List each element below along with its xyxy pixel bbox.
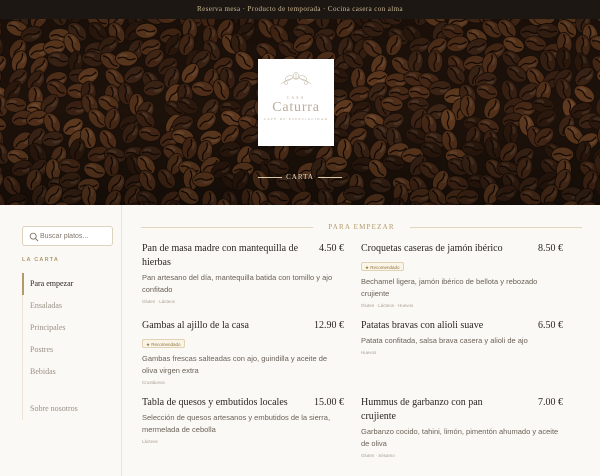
coffee-branch-icon (280, 72, 312, 85)
dish-name: Patatas bravas con alioli suave (361, 320, 484, 331)
dish-description: Pan artesano del día, mantequilla batida… (142, 273, 333, 294)
dish-description: Garbanzo cocido, tahini, limón, pimentón… (361, 427, 559, 448)
sidebar-item-principales[interactable]: Principales (22, 317, 122, 339)
sidebar-item-para-empezar[interactable]: Para empezar (22, 273, 122, 295)
logo[interactable]: CASA Caturra CAFÉ DE ESPECIALIDAD (258, 59, 334, 146)
dish-name: Gambas al ajillo de la casa (142, 320, 249, 331)
dish-card[interactable]: Patatas bravas con alioli suave 6.50 € P… (361, 319, 563, 355)
dish-price: 15.00 € (314, 397, 344, 408)
category-nav: Para empezar Ensaladas Principales Postr… (22, 273, 122, 420)
dish-price: 4.50 € (319, 243, 344, 254)
dish-price: 6.50 € (538, 320, 563, 331)
dish-card[interactable]: Pan de masa madre con mantequilla de hie… (142, 242, 344, 304)
dish-allergens: Huevos (361, 350, 377, 355)
dish-card[interactable]: Gambas al ajillo de la casa 12.90 € ★ Re… (142, 319, 344, 385)
sidebar-heading: LA CARTA (22, 257, 60, 263)
hero-banner: CASA Caturra CAFÉ DE ESPECIALIDAD CARTA (0, 19, 600, 205)
dish-description: Patata confitada, salsa brava casera y a… (361, 336, 528, 345)
sidebar-item-sobre-nosotros[interactable]: Sobre nosotros (22, 398, 122, 420)
sidebar-item-ensaladas[interactable]: Ensaladas (22, 295, 122, 317)
hero-label: CARTA (0, 173, 600, 181)
dish-allergens: Lácteos (142, 439, 158, 444)
sidebar-item-bebidas[interactable]: Bebidas (22, 361, 122, 383)
dish-price: 12.90 € (314, 320, 344, 331)
sidebar-item-postres[interactable]: Postres (22, 339, 122, 361)
dish-price: 7.00 € (538, 397, 563, 408)
dish-card[interactable]: Tabla de quesos y embutidos locales 15.0… (142, 396, 344, 444)
dish-price: 8.50 € (538, 243, 563, 254)
dish-name: Hummus de garbanzo con pan crujiente (361, 397, 483, 422)
divider (317, 176, 342, 178)
dish-name: Pan de masa madre con mantequilla de hie… (142, 243, 299, 268)
divider (258, 176, 283, 178)
dish-card[interactable]: Croquetas caseras de jamón ibérico 8.50 … (361, 242, 563, 308)
dish-allergens: Gluten · Lácteos (142, 299, 176, 304)
dish-name: Croquetas caseras de jamón ibérico (361, 243, 503, 254)
sidebar: LA CARTA Para empezar Ensaladas Principa… (0, 205, 122, 476)
search-icon (29, 232, 39, 242)
dish-allergens: Gluten · Sésamo (361, 453, 395, 458)
dish-allergens: Crustáceos (142, 380, 165, 385)
recommended-badge: ★ Recomendado (142, 339, 185, 348)
dish-card[interactable]: Hummus de garbanzo con pan crujiente 7.0… (361, 396, 563, 458)
search-input[interactable] (40, 230, 110, 243)
recommended-badge: ★ Recomendado (361, 262, 404, 271)
dish-description: Selección de quesos artesanos y embutido… (142, 413, 331, 434)
announcement-bar: Reserva mesa · Producto de temporada · C… (0, 0, 600, 19)
dish-name: Tabla de quesos y embutidos locales (142, 397, 288, 408)
search-box[interactable] (22, 226, 113, 246)
menu-content: PARA EMPEZAR Pan de masa madre con mante… (123, 205, 600, 476)
logo-name: Caturra (272, 100, 320, 115)
section-title: PARA EMPEZAR (141, 223, 582, 233)
dish-allergens: Gluten · Lácteos · Huevos (361, 303, 414, 308)
dish-description: Gambas frescas salteadas con ajo, guindi… (142, 354, 328, 375)
dish-description: Bechamel ligera, jamón ibérico de bellot… (361, 277, 538, 298)
logo-tagline: CAFÉ DE ESPECIALIDAD (263, 117, 329, 121)
